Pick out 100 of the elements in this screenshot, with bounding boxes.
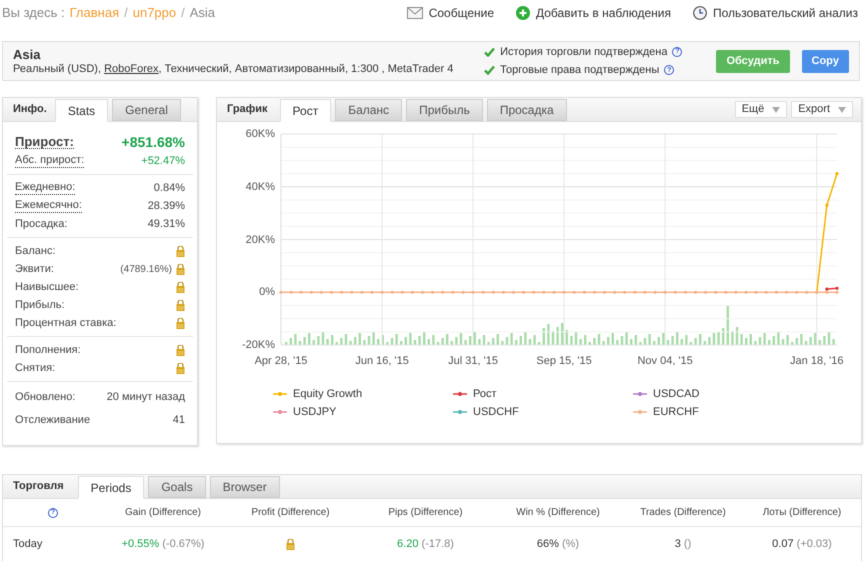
table-cell-text: 3 () xyxy=(674,536,692,552)
lock-icon xyxy=(176,282,185,292)
point xyxy=(330,290,334,294)
action-link[interactable]: Сообщение xyxy=(406,4,494,22)
tab[interactable]: Goals xyxy=(148,476,206,498)
point xyxy=(643,290,646,294)
tab[interactable]: Баланс xyxy=(335,99,402,121)
panel-title: Инфо. xyxy=(13,102,47,118)
point xyxy=(835,286,839,290)
point xyxy=(613,290,616,294)
copy-button[interactable]: Copy xyxy=(802,50,849,72)
point xyxy=(380,290,384,294)
point xyxy=(825,204,828,207)
legend-label: USDCAD xyxy=(653,387,700,402)
point xyxy=(420,290,424,294)
point xyxy=(472,290,475,294)
panel-title: Торговля xyxy=(13,479,64,494)
point xyxy=(441,290,444,294)
tab[interactable]: Stats xyxy=(54,99,108,122)
lock-icon xyxy=(176,318,185,328)
point xyxy=(552,290,556,294)
point xyxy=(784,290,788,294)
legend-label: USDJPY xyxy=(293,404,336,420)
action-link[interactable]: Добавить в наблюдения xyxy=(516,4,671,22)
point xyxy=(562,290,566,294)
breadcrumb-separator: / xyxy=(124,4,128,22)
tab[interactable]: Прибыль xyxy=(406,99,483,121)
y-tick-label: -20K% xyxy=(242,339,275,351)
point xyxy=(674,290,677,294)
stat-label: Прибыль: xyxy=(15,298,65,313)
column-header: Gain (Difference) xyxy=(125,506,201,520)
tab[interactable]: Рост xyxy=(280,99,332,122)
table-cell-text: 0.07 (+0.03) xyxy=(772,536,832,552)
point xyxy=(582,290,586,294)
stat-value: +851.68% xyxy=(122,132,185,152)
point xyxy=(653,290,657,294)
dropdown-button[interactable]: Ещё xyxy=(734,101,788,118)
legend-label: USDCHF xyxy=(473,404,519,420)
point xyxy=(522,290,526,294)
tab[interactable]: Browser xyxy=(210,476,280,498)
tab[interactable]: General xyxy=(112,99,181,121)
clock-icon xyxy=(692,6,707,20)
column-header: Pips (Difference) xyxy=(388,506,463,520)
column-header: Trades (Difference) xyxy=(640,506,726,520)
check-icon xyxy=(484,65,496,76)
breadcrumb-label: Вы здесь : xyxy=(2,4,65,22)
point xyxy=(602,290,606,294)
point xyxy=(795,290,798,294)
lock-icon xyxy=(176,300,185,310)
y-tick-label: 40K% xyxy=(246,180,275,193)
stat-value: 28.39% xyxy=(148,198,185,214)
account-title: Asia xyxy=(13,46,42,62)
breadcrumb-separator: / xyxy=(181,4,185,22)
legend-label: Equity Growth xyxy=(293,387,362,402)
stat-label: Наивысшее: xyxy=(15,280,79,295)
lock-icon xyxy=(176,264,185,274)
stat-label: Ежедневно: xyxy=(15,181,76,195)
action-link[interactable]: Пользовательский анализ xyxy=(692,4,858,22)
panel-title: График xyxy=(227,102,268,118)
stat-label: Прирост: xyxy=(15,135,74,149)
breadcrumb-current: Asia xyxy=(190,4,216,22)
column-header: Лоты (Difference) xyxy=(762,506,842,520)
stat-value: +52.47% xyxy=(141,154,185,169)
broker-link[interactable]: RoboForex xyxy=(104,62,159,74)
stat-label: Снятия: xyxy=(15,360,56,376)
point xyxy=(592,290,596,294)
stat-value: 49.31% xyxy=(148,216,185,232)
point xyxy=(512,290,516,294)
caret-icon xyxy=(772,106,780,112)
lock-icon xyxy=(176,344,185,356)
point xyxy=(320,290,323,294)
table-cell-text: 6.20 (-17.8) xyxy=(397,536,454,552)
legend-label: EURCHF xyxy=(653,404,699,420)
x-tick-label: Apr 28, '15 xyxy=(254,355,308,367)
stat-label: Просадка: xyxy=(15,216,68,232)
table-cell-text: +0.55% (-0.67%) xyxy=(122,536,204,552)
dropdown-button[interactable]: Export xyxy=(791,101,853,118)
stat-label: Обновлено: xyxy=(15,390,76,406)
stat-label: Эквити: xyxy=(15,262,54,277)
stat-label: Баланс: xyxy=(15,244,56,259)
point xyxy=(714,290,718,294)
point xyxy=(623,290,626,294)
stat-label: Ежемесячно: xyxy=(15,199,82,213)
lock-icon xyxy=(176,246,185,256)
point xyxy=(734,290,738,294)
y-tick-label: 0% xyxy=(259,286,275,298)
point xyxy=(764,290,768,294)
tab[interactable]: Periods xyxy=(78,476,144,499)
stat-label: Абс. прирост: xyxy=(15,154,84,168)
point xyxy=(502,290,505,294)
point xyxy=(532,290,536,294)
point xyxy=(400,290,404,294)
tab[interactable]: Просадка xyxy=(486,99,567,121)
point xyxy=(825,288,828,291)
stat-value: 20 минут назад xyxy=(106,390,185,406)
stat-value: 0.84% xyxy=(154,180,185,196)
x-tick-label: Jan 18, '16 xyxy=(790,355,844,367)
verification-text: Торговые права подтверждены xyxy=(500,63,660,78)
point xyxy=(370,290,374,294)
point xyxy=(360,290,364,294)
